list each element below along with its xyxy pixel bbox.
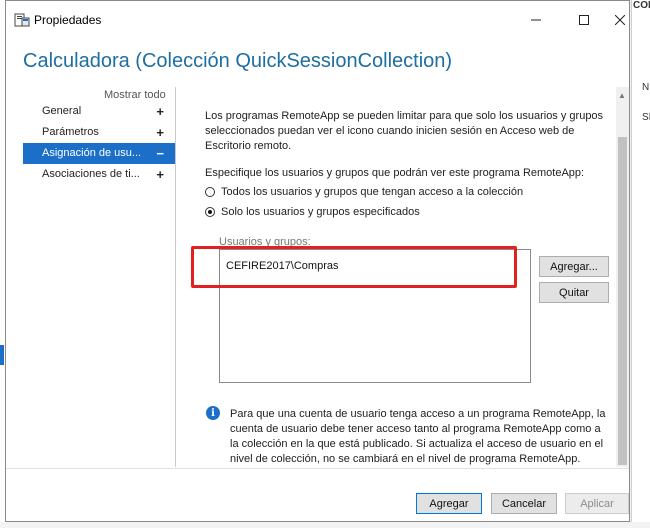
specify-text: Especifique los usuarios y grupos que po… (205, 167, 585, 179)
nav-item-label: Parámetros (42, 126, 99, 138)
info-text: Para que una cuenta de usuario tenga acc… (230, 408, 606, 465)
expand-icon[interactable]: + (156, 164, 164, 185)
background-selection (0, 345, 4, 365)
window-title: Propiedades (34, 13, 102, 27)
show-all-link[interactable]: Mostrar todo (104, 89, 166, 101)
properties-dialog: Propiedades Calculadora (Colección Quick… (5, 0, 630, 522)
option-label: Solo los usuarios y grupos especificados (221, 206, 420, 218)
intro-text: Los programas RemoteApp se pueden limita… (205, 110, 604, 152)
radio-checked[interactable] (205, 207, 215, 217)
dialog-heading: Calculadora (Colección QuickSessionColle… (23, 50, 453, 72)
info-icon: i (206, 406, 220, 420)
minimize-icon (531, 19, 541, 21)
nav-divider (175, 87, 176, 467)
background-text: N (642, 82, 650, 93)
background-text: SI (642, 112, 650, 123)
close-button[interactable] (610, 7, 630, 33)
ok-button[interactable]: Agregar (416, 493, 482, 514)
highlight-box (191, 246, 517, 288)
nav-item-label: Asociaciones de ti... (42, 168, 140, 180)
expand-icon[interactable]: + (156, 101, 164, 122)
maximize-button[interactable] (564, 7, 604, 33)
title-bar[interactable]: Propiedades (6, 1, 629, 37)
minimize-button[interactable] (516, 7, 556, 33)
apply-button[interactable]: Aplicar (565, 493, 629, 514)
maximize-icon (579, 15, 589, 25)
option-label: Todos los usuarios y grupos que tengan a… (221, 186, 524, 198)
option-specific-users[interactable]: Solo los usuarios y grupos especificados (205, 206, 420, 218)
background-app-right: CONE N SI (631, 0, 650, 528)
properties-icon (14, 13, 30, 27)
radio-unchecked[interactable] (205, 187, 215, 197)
scroll-thumb[interactable] (618, 137, 627, 465)
add-user-button[interactable]: Agregar... (539, 256, 609, 277)
nav-item-general[interactable]: General + (23, 101, 176, 122)
background-header: CONE (633, 0, 650, 11)
scroll-up-icon[interactable]: ▲ (618, 91, 626, 100)
nav-item-user-assignment[interactable]: Asignación de usu... − (23, 143, 176, 164)
footer-divider (6, 468, 629, 469)
close-icon (615, 15, 625, 25)
expand-icon[interactable]: + (156, 122, 164, 143)
collapse-icon[interactable]: − (156, 143, 164, 164)
nav-item-parameters[interactable]: Parámetros + (23, 122, 176, 143)
remove-user-button[interactable]: Quitar (539, 282, 609, 303)
background-app-bottom (0, 522, 650, 528)
cancel-button[interactable]: Cancelar (491, 493, 557, 514)
nav-item-file-associations[interactable]: Asociaciones de ti... + (23, 164, 176, 185)
option-all-users[interactable]: Todos los usuarios y grupos que tengan a… (205, 186, 523, 198)
nav-item-label: Asignación de usu... (42, 147, 142, 159)
nav-item-label: General (42, 105, 82, 117)
nav-list: General + Parámetros + Asignación de usu… (23, 101, 176, 185)
